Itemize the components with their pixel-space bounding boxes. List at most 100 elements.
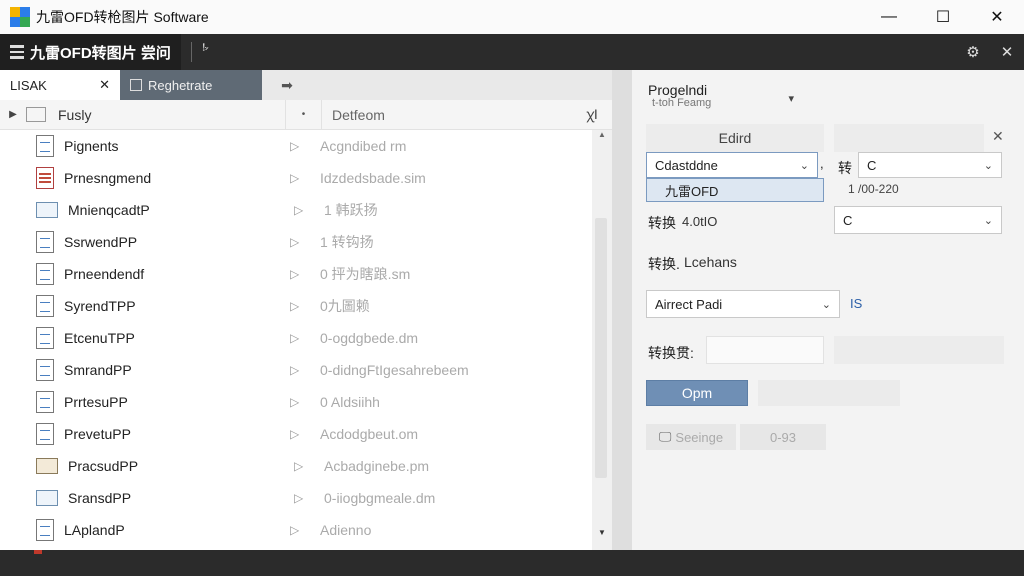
file-row[interactable]: SyrendTPP ▷ 0九圖赖 [0,290,592,322]
play-arrow-icon[interactable]: ▷ [290,331,320,345]
source-combo[interactable]: Cdastddne ⌄ [646,152,818,178]
file-name: PrevetuPP [64,426,131,442]
play-arrow-icon[interactable]: ▷ [294,459,324,473]
file-row[interactable]: SsrwendPP ▷ 1 转钩扬 [0,226,592,258]
file-detail: 0-didngFtIgesahrebeem [320,362,469,378]
profile-select[interactable]: t-toh Feamg ▾ [648,87,798,110]
monitor-icon: 🖵 [658,429,672,444]
edit-field[interactable]: Edird [646,124,824,152]
file-name: PrrtesuPP [64,394,128,410]
play-arrow-icon[interactable]: ▷ [290,267,320,281]
expand-arrow-icon[interactable]: ▶ [0,109,26,120]
doc-icon [36,135,54,157]
settings-gear-icon[interactable]: ⚙ [956,34,990,70]
window-controls: — ☐ ✕ [862,0,1024,34]
page-input-secondary[interactable] [834,336,1004,364]
file-detail: 0九圖赖 [320,298,370,314]
page-label: 转换贯: [648,345,694,361]
column-name-header[interactable]: Fusly [58,99,286,130]
file-row[interactable]: SmrandPP ▷ 0-didngFtIgesahrebeem [0,354,592,386]
tab-forward-arrow-icon[interactable]: ➡ [262,70,312,100]
sort-indicator[interactable]: • [286,99,322,130]
output-combo[interactable]: Airrect Padi ⌄ [646,290,840,318]
source-option[interactable]: 九雷OFD [646,178,824,202]
doc-icon [36,327,54,349]
file-list: Pignents ▷ Acgndibed rm Prnesngmend ▷ Idzdeds… [0,130,592,550]
settings-value-button[interactable]: 0-93 [740,424,826,450]
output-side-text: IS [850,296,863,311]
file-detail: Acgndibed rm [320,138,407,154]
close-window-button[interactable]: ✕ [970,0,1024,34]
minimize-button[interactable]: — [862,0,916,34]
play-arrow-icon[interactable]: ▷ [290,427,320,441]
file-detail: Idzdedsbade.sim [320,170,426,186]
column-detail-header[interactable]: Detfeom [322,107,572,123]
play-arrow-icon[interactable]: ▷ [290,235,320,249]
play-arrow-icon[interactable]: ▷ [290,395,320,409]
file-row[interactable]: PrrtesuPP ▷ 0 Aldsiihh [0,386,592,418]
file-name: SsrwendPP [64,234,138,250]
chevron-down-icon: ▾ [788,92,794,105]
file-detail: 0 Aldsiihh [320,394,380,410]
format-combo[interactable]: C ⌄ [858,152,1002,178]
chevron-down-icon: ⌄ [983,159,993,172]
scroll-down-icon[interactable]: ▼ [592,528,612,544]
toolbar-close-icon[interactable]: ✕ [990,34,1024,70]
edit-field-secondary[interactable] [834,124,984,152]
toolbar-right: ⚙ ✕ [956,34,1024,70]
settings-button[interactable]: 🖵 Seeinge [646,424,736,450]
scroll-up-icon[interactable]: ▲ [592,130,612,146]
file-row[interactable]: SransdPP ▷ 0-iiogbgmeale.dm [0,482,592,514]
doc-icon [36,231,54,253]
play-arrow-icon[interactable]: ▷ [294,491,324,505]
open-button[interactable]: Opm [646,380,748,406]
toolbar-divider [190,42,192,62]
tab-label: LISAK [10,77,47,93]
play-arrow-icon[interactable]: ▷ [294,203,324,217]
column-menu-icon[interactable]: ꭓI [572,105,612,124]
file-row[interactable]: PrevetuPP ▷ Acdodgbeut.om [0,418,592,450]
panel-splitter[interactable] [612,70,632,550]
toolbar-app-title[interactable]: 九雷OFD转图片 尝问 [0,34,181,70]
file-row[interactable]: Prnesngmend ▷ Idzdedsbade.sim [0,162,592,194]
file-detail: 1 转钩扬 [320,234,374,250]
title-bar: 九雷OFD转枪图片 Software — ☐ ✕ [0,0,1024,34]
tab-lisak[interactable]: LISAK ✕ [0,70,120,100]
doc-icon [36,391,54,413]
play-arrow-icon[interactable]: ▷ [290,139,320,153]
sheet-icon [36,167,54,189]
page-input[interactable] [706,336,824,364]
file-row[interactable]: Pignents ▷ Acgndibed rm [0,130,592,162]
quality-combo[interactable]: C ⌄ [834,206,1002,234]
file-row[interactable]: Prneendendf ▷ 0 抨为瞎踉.sm [0,258,592,290]
file-detail: Adienno [320,522,372,538]
status-bar [0,550,1024,576]
file-row[interactable]: MnienqcadtP ▷ 1 韩跃扬 [0,194,592,226]
settings-value-label: 0-93 [769,429,797,445]
settings-panel: Progelndi t-toh Feamg ▾ Edird ✕ Cdastddn… [632,70,1024,550]
play-arrow-icon[interactable]: ▷ [290,363,320,377]
file-row[interactable]: LAplandP ▷ Adienno [0,514,592,546]
open-path-field[interactable] [758,380,900,406]
file-name: EtcenuTPP [64,330,135,346]
doc-icon [36,359,54,381]
scroll-thumb[interactable] [595,218,607,478]
tab-close-icon[interactable]: ✕ [99,77,110,93]
chevron-down-icon: ⌄ [983,214,993,227]
sort-icon[interactable]: ꜝꜘ [202,44,206,60]
maximize-button[interactable]: ☐ [916,0,970,34]
tab-reghetrate[interactable]: Reghetrate [120,70,262,100]
close-icon[interactable]: ✕ [992,128,1004,145]
convert-value: 4.0tIO [682,214,718,229]
vertical-scrollbar[interactable]: ▲ ▼ [592,130,612,550]
file-row[interactable]: PracsudPP ▷ Acbadginebe.pm [0,450,592,482]
window-title: 九雷OFD转枪图片 Software [36,9,209,25]
file-name: SmrandPP [64,362,132,378]
play-arrow-icon[interactable]: ▷ [290,299,320,313]
play-arrow-icon[interactable]: ▷ [290,523,320,537]
file-row[interactable]: EtcenuTPP ▷ 0-ogdgbede.dm [0,322,592,354]
play-arrow-icon[interactable]: ▷ [290,171,320,185]
main-toolbar: 九雷OFD转图片 尝问 ꜝꜘ ⚙ ✕ [0,34,1024,70]
file-name: SransdPP [68,490,132,506]
status-accent [34,550,42,554]
